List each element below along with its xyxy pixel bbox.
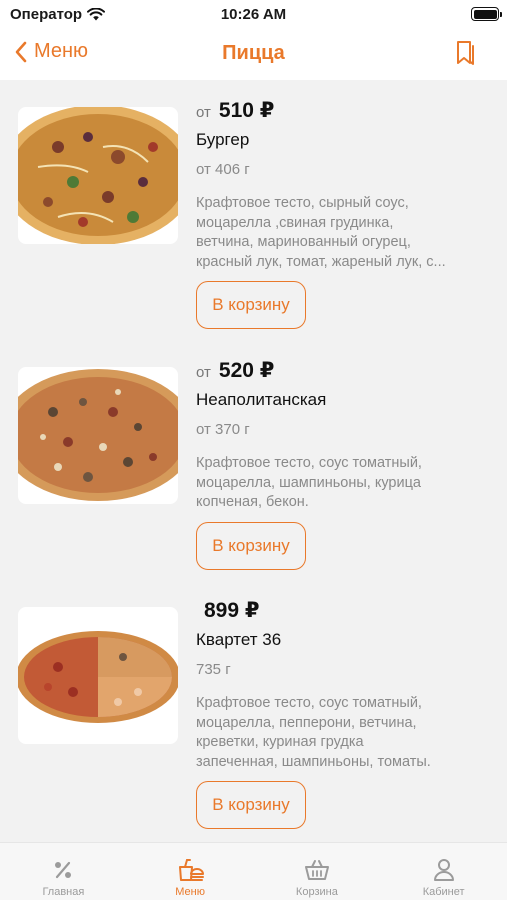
product-description: Крафтовое тесто, сырный соус, моцарелла … [196, 194, 488, 272]
percent-icon [55, 861, 72, 879]
price-row: от 510 ₽ [196, 98, 274, 123]
price: 899 ₽ [204, 599, 260, 622]
pizza-neapolitan-image [18, 369, 178, 501]
add-to-cart-button[interactable]: В корзину [196, 522, 306, 570]
product-weight: от 406 г [196, 161, 250, 178]
tab-cart[interactable]: Корзина [254, 843, 381, 900]
bookmark-button[interactable] [455, 40, 477, 71]
product-card[interactable]: 899 ₽ Квартет 36 735 г Крафтовое тесто, … [0, 580, 507, 829]
description-line: креветки, куриная грудка [196, 734, 364, 750]
basket-icon [304, 860, 329, 880]
tab-label: Главная [42, 886, 85, 898]
price: 520 ₽ [218, 359, 275, 382]
price-prefix: от [196, 364, 211, 381]
description-line: красный лук, томат, жареный лук, с... [196, 253, 446, 270]
product-description: Крафтовое тесто, соус томатный, моцарелл… [196, 454, 488, 513]
tab-profile[interactable]: Кабинет [380, 843, 507, 900]
product-list: от 510 ₽ Бургер от 406 г Крафтовое тесто… [0, 80, 507, 842]
bookmark-icon [457, 41, 474, 65]
tab-bar: Главная Меню Корзина Кабинет [0, 842, 507, 900]
status-bar: Оператор 10:26 AM [0, 0, 507, 30]
product-name: Бургер [196, 130, 250, 149]
tab-label: Корзина [295, 886, 338, 898]
nav-bar: Меню Пицца [0, 30, 507, 80]
description-line: моцарелла, шампиньоны, курица [196, 474, 421, 491]
add-to-cart-button[interactable]: В корзину [196, 281, 306, 329]
description-line: копченая, бекон. [196, 494, 309, 510]
page-title: Пицца [222, 42, 285, 64]
tab-home[interactable]: Главная [0, 843, 127, 900]
tab-menu[interactable]: Меню [127, 843, 254, 900]
product-card[interactable]: от 520 ₽ Неаполитанская от 370 г Крафтов… [0, 340, 507, 580]
description-line: моцарелла ,свиная грудинка, [196, 214, 394, 231]
pizza-burger-image [18, 107, 178, 244]
battery-icon [471, 7, 502, 21]
description-line: ветчина, маринованный огурец, [196, 234, 411, 250]
pizza-quartet-image [18, 631, 178, 723]
menu-food-icon [179, 859, 205, 881]
tab-label: Кабинет [422, 886, 465, 898]
description-line: Крафтовое тесто, сырный соус, [196, 195, 409, 211]
status-time: 10:26 AM [220, 6, 287, 23]
product-name: Квартет 36 [196, 630, 282, 649]
tab-label: Меню [175, 886, 205, 898]
product-weight: 735 г [196, 661, 231, 678]
product-card[interactable]: от 510 ₽ Бургер от 406 г Крафтовое тесто… [0, 80, 507, 329]
product-description: Крафтовое тесто, соус томатный, моцарелл… [196, 694, 488, 772]
description-line: запеченная, шампиньоны, томаты. [196, 753, 431, 770]
product-image[interactable] [18, 607, 178, 744]
add-to-cart-button[interactable]: В корзину [196, 781, 306, 829]
description-line: Крафтовое тесто, соус томатный, [196, 455, 422, 471]
product-image[interactable] [18, 107, 178, 244]
product-name: Неаполитанская [196, 390, 327, 409]
price-row: 899 ₽ [196, 598, 259, 623]
profile-icon [433, 859, 454, 881]
description-line: моцарелла, пепперони, ветчина, [196, 714, 417, 731]
price-row: от 520 ₽ [196, 358, 274, 383]
product-weight: от 370 г [196, 421, 250, 438]
product-image[interactable] [18, 367, 178, 504]
price: 510 ₽ [218, 99, 275, 122]
price-prefix: от [196, 104, 211, 121]
description-line: Крафтовое тесто, соус томатный, [196, 695, 422, 711]
